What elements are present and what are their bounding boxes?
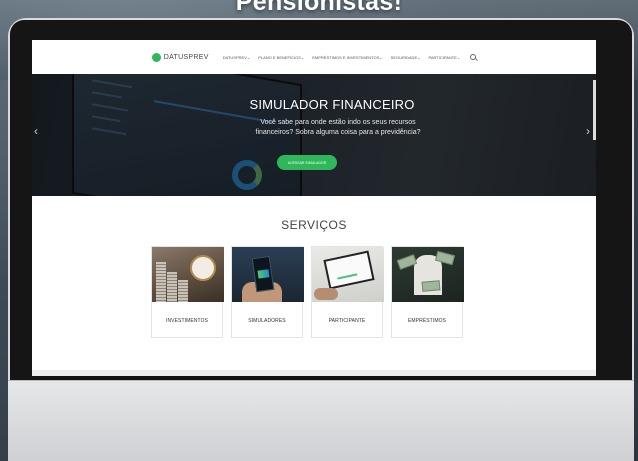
chevron-left-icon[interactable]: ‹ xyxy=(34,124,38,138)
phone-icon xyxy=(251,255,275,293)
scrollbar[interactable] xyxy=(593,80,596,140)
coins-clock-image xyxy=(152,247,224,302)
clock-icon xyxy=(190,255,216,281)
service-card-investimentos[interactable]: INVESTIMENTOS xyxy=(151,246,224,338)
coin-stack xyxy=(167,272,177,302)
top-nav: DATUSPREV DATUSPREV⌄ PLANO E BENEFÍCIOS⌄… xyxy=(32,40,596,74)
services-title: SERVIÇOS xyxy=(281,218,347,232)
chevron-down-icon: ⌄ xyxy=(456,54,461,60)
access-simulator-button[interactable]: ACESSAR SIMULADOR xyxy=(277,155,337,170)
coin-stack xyxy=(178,280,188,302)
coin-stack xyxy=(156,262,166,302)
nav-item-emprestimos-investimentos[interactable]: EMPRÉSTIMOS E INVESTIMENTOS⌄ xyxy=(312,55,382,60)
logo-mark-icon xyxy=(151,52,161,62)
website-screen: DATUSPREV DATUSPREV⌄ PLANO E BENEFÍCIOS⌄… xyxy=(32,40,596,376)
laptop-image xyxy=(312,247,384,302)
search-icon[interactable] xyxy=(470,54,477,60)
logo-text: DATUSPREV xyxy=(163,53,209,61)
chevron-right-icon[interactable]: › xyxy=(586,124,590,138)
card-label: SIMULADORES xyxy=(248,317,286,324)
screen-bottom-strip xyxy=(32,370,596,376)
nav-item-datusprev[interactable]: DATUSPREV⌄ xyxy=(223,55,251,60)
chevron-down-icon: ⌄ xyxy=(300,54,305,60)
services-cards: INVESTIMENTOS SIMULADORES PARTICIPANTE E… xyxy=(151,246,464,338)
headline: Pensionistas! xyxy=(235,0,403,16)
hero-banner: SIMULADOR FINANCEIRO Você sabe para onde… xyxy=(32,74,596,196)
monitor-chin xyxy=(8,380,634,461)
logo[interactable]: DATUSPREV xyxy=(151,52,209,62)
service-card-simuladores[interactable]: SIMULADORES xyxy=(231,246,304,338)
chevron-down-icon: ⌄ xyxy=(246,54,251,60)
hero-text-line-1: Você sabe para onde estão indo os seus r… xyxy=(260,119,416,126)
hero-title: SIMULADOR FINANCEIRO xyxy=(249,97,415,112)
nav-item-plano-beneficios[interactable]: PLANO E BENEFÍCIOS⌄ xyxy=(258,55,304,60)
nav-item-seguridade[interactable]: SEGURIDADE⌄ xyxy=(391,55,421,60)
hero-text-line-2: financeiros? Sobra alguma coisa para a p… xyxy=(255,129,421,136)
card-label: INVESTIMENTOS xyxy=(165,317,209,324)
card-label: EMPRÉSTIMOS xyxy=(407,317,447,324)
nav-item-participante[interactable]: PARTICIPANTE⌄ xyxy=(428,55,460,60)
service-card-participante[interactable]: PARTICIPANTE xyxy=(311,246,384,338)
service-card-emprestimos[interactable]: EMPRÉSTIMOS xyxy=(391,246,464,338)
hand-shape xyxy=(314,288,338,300)
chevron-down-icon: ⌄ xyxy=(379,54,383,60)
chevron-down-icon: ⌄ xyxy=(417,54,421,60)
phone-image xyxy=(232,247,304,302)
banknote-icon xyxy=(421,280,441,292)
card-label: PARTICIPANTE xyxy=(328,317,366,324)
money-image xyxy=(392,247,464,302)
laptop-icon xyxy=(323,250,375,290)
hero-text: Você sabe para onde estão indo os seus r… xyxy=(218,118,458,138)
